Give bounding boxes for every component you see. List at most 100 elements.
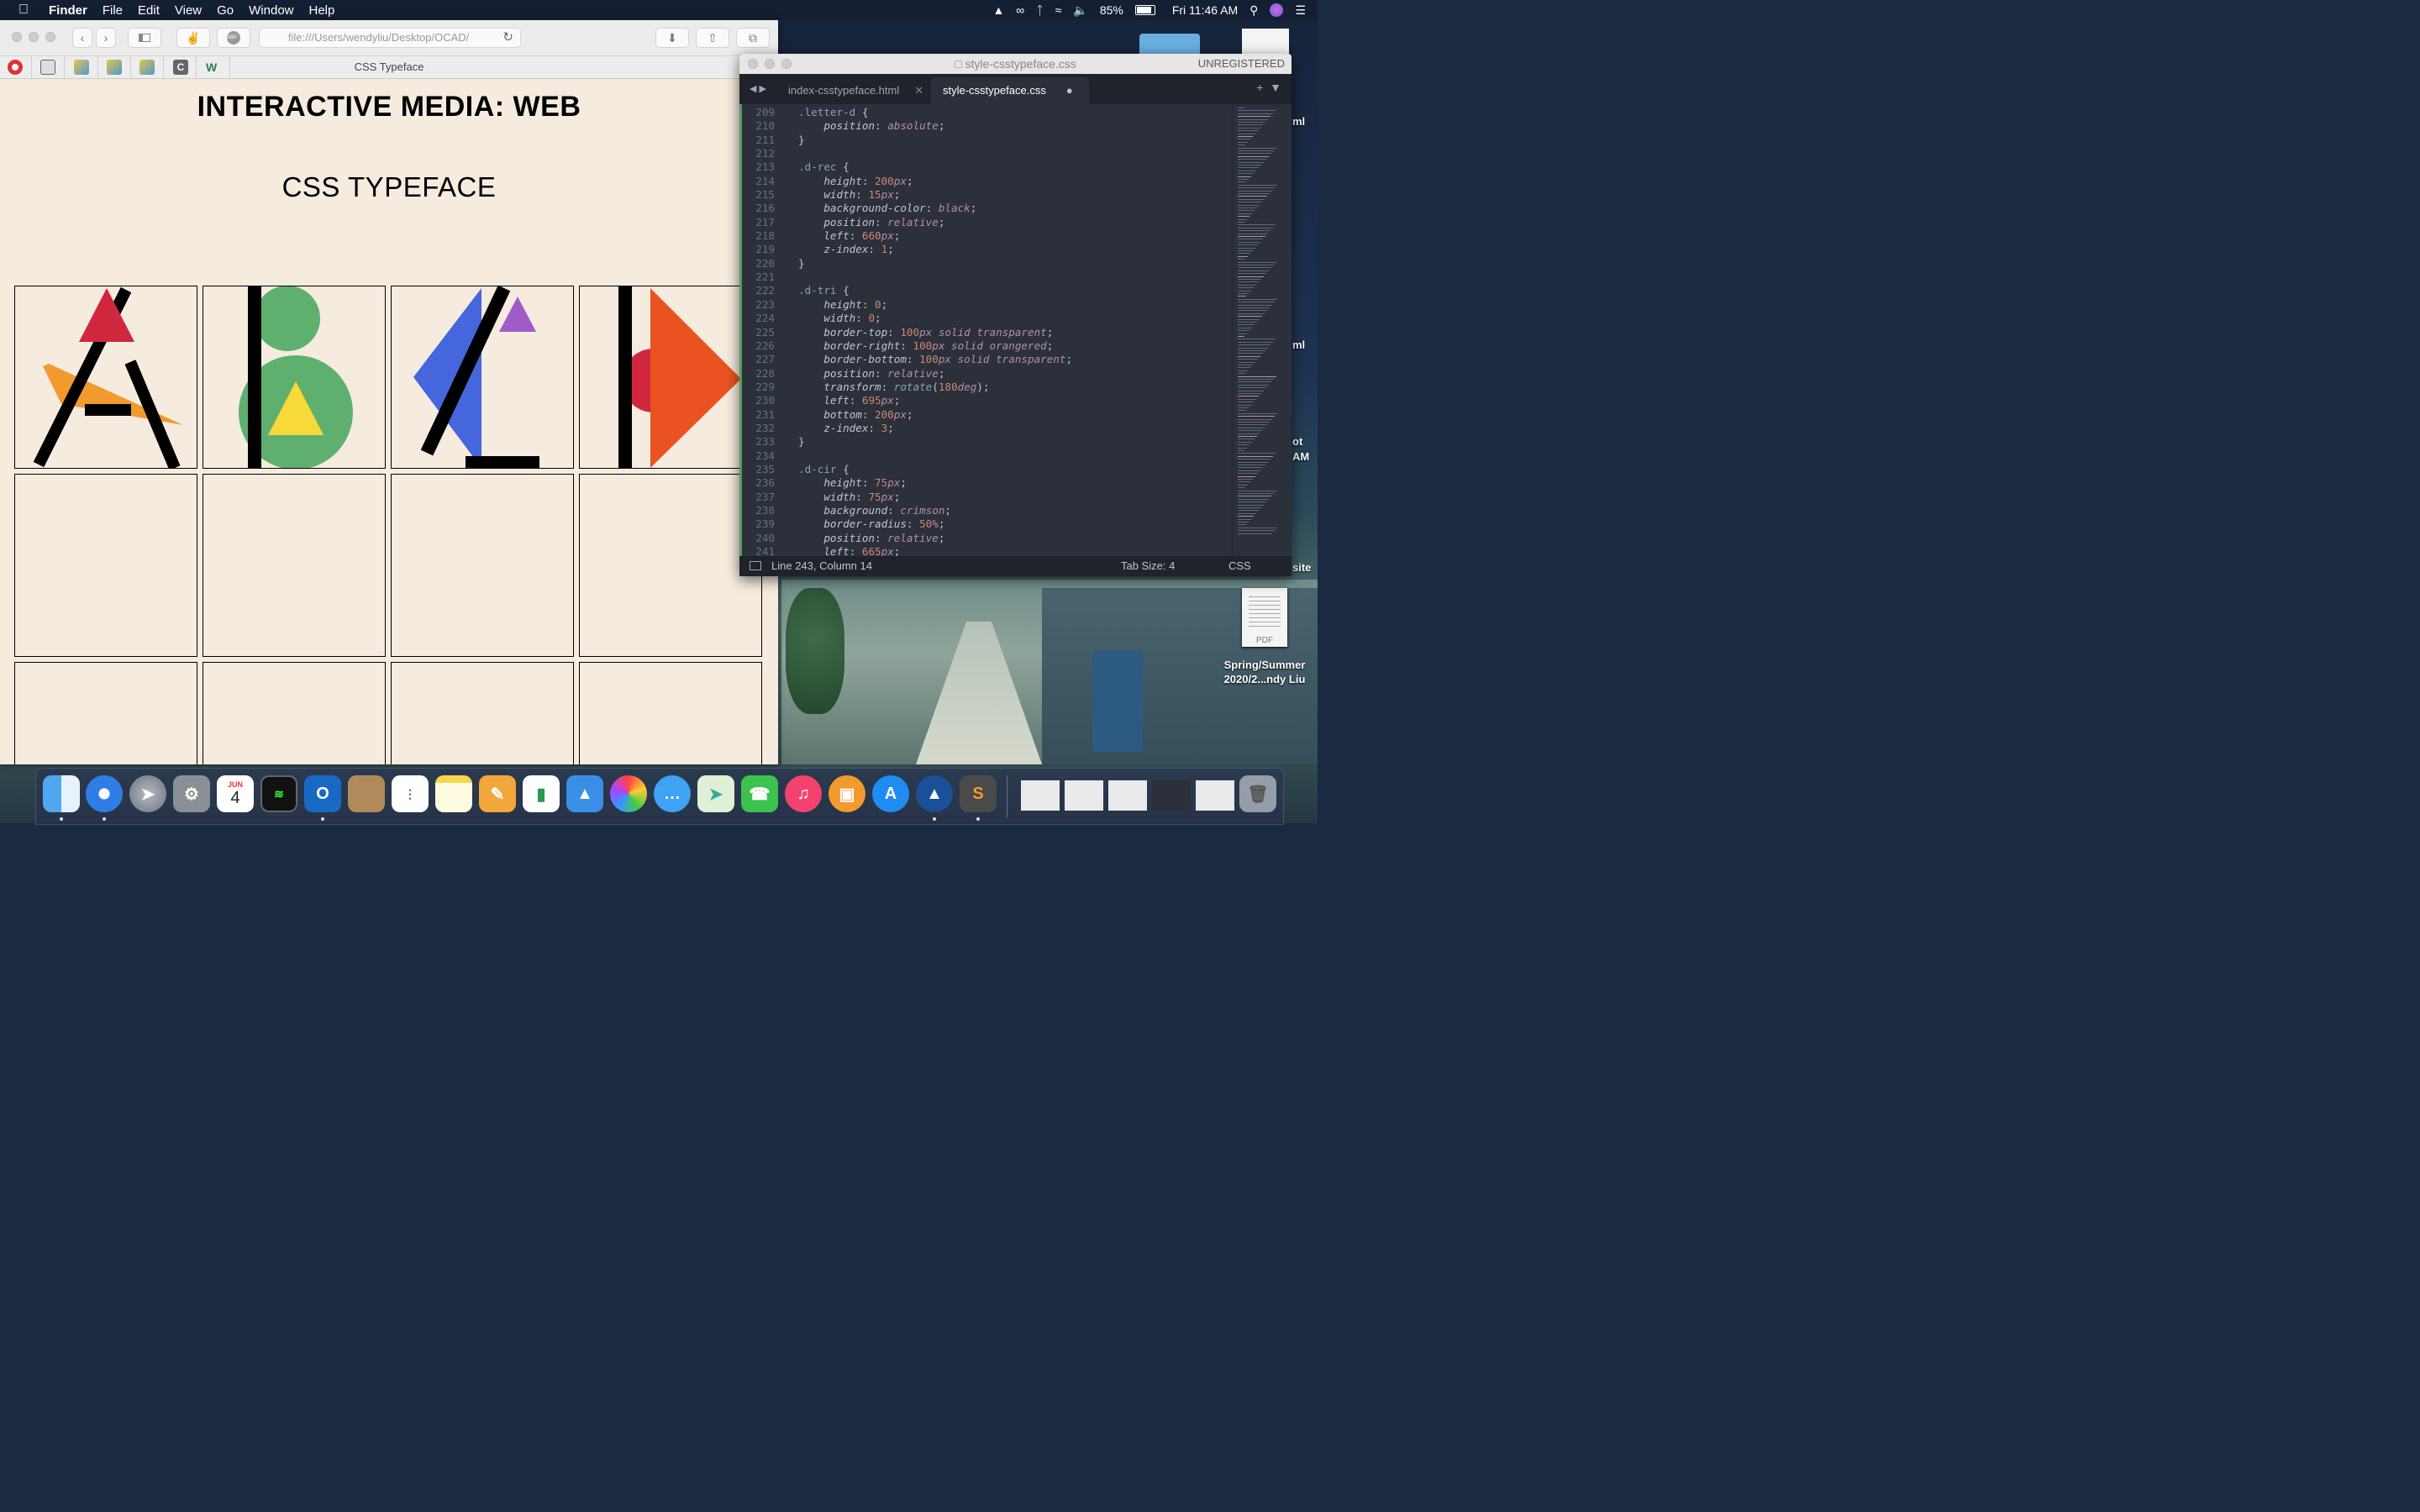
keynote-icon[interactable]: ▲ [566, 775, 603, 812]
tab-style-css[interactable]: style-csstypeface.css ● [931, 77, 1089, 104]
photos-icon[interactable] [610, 775, 647, 812]
code-line[interactable]: 214 height: 200px; [739, 175, 1072, 188]
tabs-overview-button[interactable]: ⧉ [736, 28, 770, 48]
code-line[interactable]: 239 border-radius: 50%; [739, 517, 1072, 531]
battery-icon[interactable] [1134, 5, 1155, 15]
menu-help[interactable]: Help [309, 3, 335, 18]
unsaved-dot-icon[interactable]: ● [1066, 84, 1073, 97]
clock[interactable]: Fri 11:46 AM [1172, 3, 1238, 17]
pages-icon[interactable]: ✎ [479, 775, 516, 812]
caret-left-icon[interactable]: ◀ [750, 84, 756, 94]
desktop-label-edge[interactable]: ml [1292, 339, 1305, 351]
outlook-icon[interactable]: O [304, 775, 341, 812]
trash-icon[interactable]: 🗑 [1239, 775, 1276, 812]
menu-file[interactable]: File [103, 3, 123, 18]
code-line[interactable]: 219 z-index: 1; [739, 243, 1072, 256]
caret-right-icon[interactable]: ▶ [760, 84, 766, 94]
menu-window[interactable]: Window [249, 3, 293, 18]
code-line[interactable]: 215 width: 15px; [739, 188, 1072, 202]
messages-icon[interactable]: … [654, 775, 691, 812]
code-line[interactable]: 217 position: relative; [739, 216, 1072, 229]
mountain-app-icon[interactable]: ▲ [916, 775, 953, 812]
new-tab-icon[interactable]: + [1256, 81, 1263, 94]
reload-icon[interactable]: ↻ [502, 29, 513, 47]
code-line[interactable]: 228 position: relative; [739, 367, 1072, 381]
desktop-file-label[interactable]: Spring/Summer 2020/2...ndy Liu [1210, 658, 1319, 686]
calendar-icon[interactable]: JUN 4 [217, 775, 254, 812]
code-line[interactable]: 209 .letter-d { [739, 106, 1072, 119]
desktop-label-edge[interactable]: ml [1292, 115, 1305, 128]
desktop-label-edge[interactable]: site [1292, 561, 1311, 574]
code-lines[interactable]: 209 .letter-d {210 position: absolute; 211… [739, 106, 1072, 559]
menu-view[interactable]: View [175, 3, 202, 18]
maps-icon[interactable]: ➤ [697, 775, 734, 812]
code-line[interactable]: 211} [739, 134, 1072, 147]
music-icon[interactable]: ♫ [785, 775, 822, 812]
desktop-label-edge[interactable]: AM [1292, 450, 1309, 463]
close-tab-icon[interactable]: ✕ [914, 84, 923, 97]
code-line[interactable]: 221 [739, 270, 1072, 284]
menu-go[interactable]: Go [217, 3, 234, 18]
code-editor[interactable]: 209 .letter-d {210 position: absolute; 211… [739, 104, 1292, 559]
forward-button[interactable]: › [96, 28, 116, 48]
minimized-window-thumb[interactable] [1021, 780, 1060, 811]
code-line[interactable]: 223 height: 0; [739, 298, 1072, 312]
code-line[interactable]: 222 .d-tri { [739, 284, 1072, 297]
downloads-button[interactable]: ⬇ [655, 28, 689, 48]
tab-size[interactable]: Tab Size: 4 [1121, 556, 1175, 576]
minimized-window-thumb[interactable] [1152, 780, 1191, 811]
code-line[interactable]: 210 position: absolute; [739, 119, 1072, 133]
code-line[interactable]: 230 left: 695px; [739, 394, 1072, 407]
contacts-icon[interactable] [348, 775, 385, 812]
code-line[interactable]: 227 border-bottom: 100px solid transpare… [739, 353, 1072, 366]
extension-button[interactable]: ✌ [176, 28, 210, 48]
bluetooth-icon[interactable]: ᛏ [1036, 3, 1043, 17]
code-line[interactable]: 226 border-right: 100px solid orangered; [739, 339, 1072, 353]
menu-edit[interactable]: Edit [138, 3, 160, 18]
sublime-text-icon[interactable]: S [960, 775, 997, 812]
panel-toggle-icon[interactable] [750, 561, 761, 570]
minimized-window-thumb[interactable] [1196, 780, 1234, 811]
code-line[interactable]: 235 .d-cir { [739, 463, 1072, 476]
tab-title[interactable]: CSS Typeface [0, 60, 778, 73]
menu-app-name[interactable]: Finder [49, 3, 87, 18]
code-line[interactable]: 220} [739, 257, 1072, 270]
status-app-icon[interactable]: ▲ [992, 3, 1004, 17]
code-line[interactable]: 233} [739, 435, 1072, 449]
tab-nav-arrows[interactable]: ◀ ▶ [750, 83, 766, 94]
facetime-icon[interactable]: ☎ [741, 775, 778, 812]
system-preferences-icon[interactable]: ⚙ [173, 775, 210, 812]
notification-center-icon[interactable]: ☰ [1295, 3, 1306, 18]
code-line[interactable]: 237 width: 75px; [739, 491, 1072, 504]
books-icon[interactable]: ▣ [829, 775, 865, 812]
code-line[interactable]: 213 .d-rec { [739, 160, 1072, 174]
numbers-icon[interactable]: ▮ [523, 775, 560, 812]
share-button[interactable]: ⇧ [696, 28, 729, 48]
safari-icon[interactable] [86, 775, 123, 812]
syntax-mode[interactable]: CSS [1228, 556, 1251, 576]
cursor-position[interactable]: Line 243, Column 14 [771, 556, 872, 576]
code-line[interactable]: 229 transform: rotate(180deg); [739, 381, 1072, 394]
spotlight-icon[interactable]: ⚲ [1249, 3, 1258, 18]
code-line[interactable]: 216 background-color: black; [739, 202, 1072, 215]
code-line[interactable]: 231 bottom: 200px; [739, 408, 1072, 422]
apple-icon[interactable]:  [18, 3, 37, 18]
battery-percent[interactable]: 85% [1100, 3, 1123, 17]
desktop-label-edge[interactable]: ot [1292, 435, 1302, 448]
code-line[interactable]: 224 width: 0; [739, 312, 1072, 325]
wifi-icon[interactable]: ≈ [1055, 3, 1062, 17]
tab-dropdown-icon[interactable]: ▼ [1270, 81, 1281, 94]
code-line[interactable]: 232 z-index: 3; [739, 422, 1072, 435]
minimized-window-thumb[interactable] [1065, 780, 1103, 811]
notes-icon[interactable] [435, 775, 472, 812]
zoom-button[interactable] [45, 32, 55, 42]
close-button[interactable] [12, 32, 22, 42]
launchpad-icon[interactable]: ➤ [129, 775, 166, 812]
finder-icon[interactable] [43, 775, 80, 812]
minimize-button[interactable] [29, 32, 39, 42]
code-line[interactable]: 212 [739, 147, 1072, 160]
code-line[interactable]: 218 left: 660px; [739, 229, 1072, 243]
reminders-icon[interactable]: ⋮ [392, 775, 429, 812]
code-line[interactable]: 240 position: relative; [739, 532, 1072, 545]
desktop-folder-icon[interactable] [1139, 34, 1200, 54]
